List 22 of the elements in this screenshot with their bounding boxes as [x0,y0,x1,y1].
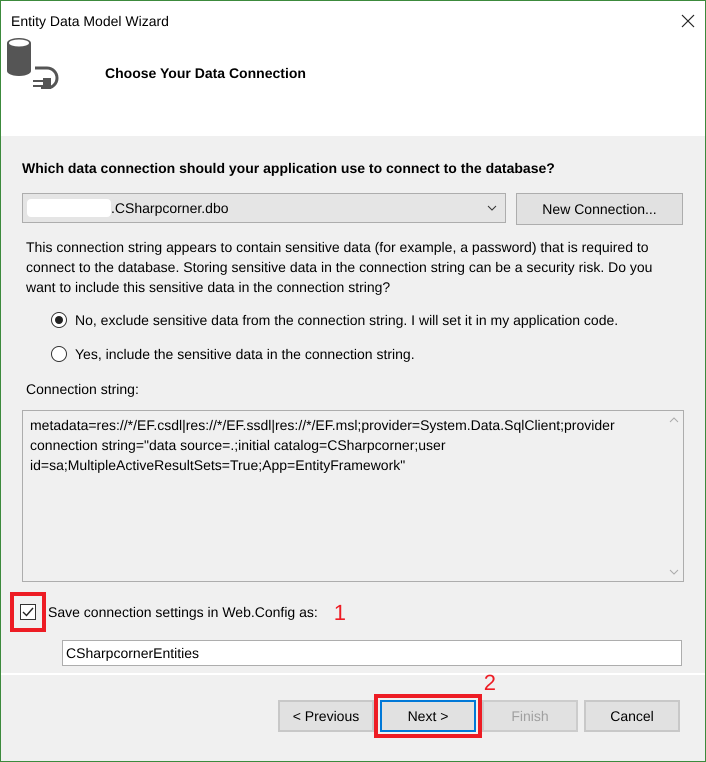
entity-name-field[interactable]: CSharpcornerEntities [62,640,682,666]
wizard-button[interactable]: Cancel [584,700,680,732]
connection-string-text: metadata=res://*/EF.csdl|res://*/EF.ssdl|res://*/EF.msl;provider=System.Data.SqlClient;provider connection string="data source=.;initial catalog=CSharpcorner;user id=sa;MultipleActiveResultSets=True;App=EntityFramework" [29,416,616,475]
checkbox-label[interactable]: Save connection settings in Web.Config as: [48,602,318,622]
warning-text: This connection string appears to contain sensitive data (for example, a password) that is required to connect to the database. Storing sensitive data in the connection string can be a security risk. Do you want to include this sensitive data in the connection string? [26,238,654,297]
checkbox[interactable] [20,604,36,620]
chevron-down-icon [487,205,497,211]
radio-label[interactable]: No, exclude sensitive data from the connection string. I will set it in my application code. [75,310,618,330]
annotation-number: 1 [334,598,346,626]
radio-button[interactable] [51,346,67,362]
question-text: Which data connection should your application use to connect to the database? [22,159,556,178]
new-connection-button[interactable]: New Connection... [516,193,683,225]
connection-dropdown[interactable]: .CSharpcorner.dbo [22,193,506,223]
close-icon[interactable] [681,14,695,28]
page-heading: Choose Your Data Connection [105,64,306,82]
window-title: Entity Data Model Wizard [11,12,169,31]
radio-label[interactable]: Yes, include the sensitive data in the connection string. [75,344,415,364]
wizard-button[interactable]: Next > [380,700,476,732]
connection-string-label: Connection string: [26,380,140,399]
wizard-button[interactable]: < Previous [278,700,374,732]
annotation-number: 2 [484,669,496,697]
radio-button[interactable] [51,312,67,328]
